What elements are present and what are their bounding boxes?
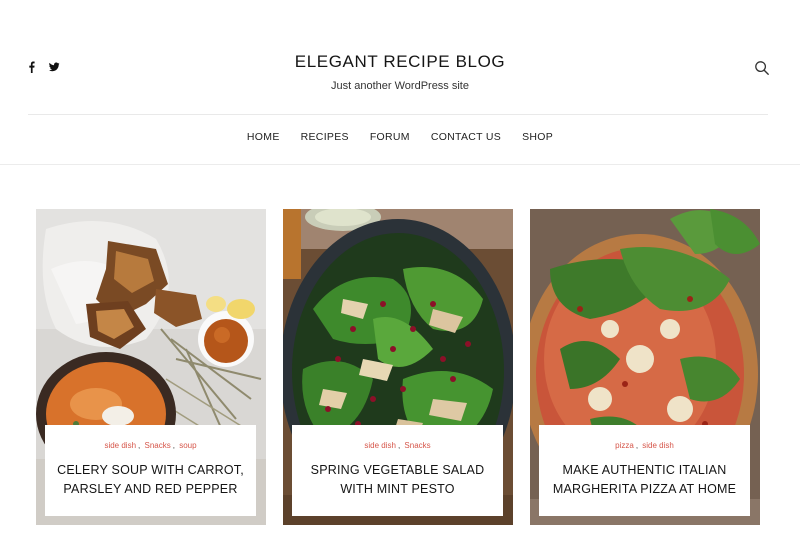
post-info-panel: pizza, side dish MAKE AUTHENTIC ITALIAN … [539,425,750,516]
category-link[interactable]: side dish [104,441,136,450]
post-info-panel: side dish, Snacks SPRING VEGETABLE SALAD… [292,425,503,516]
category-link[interactable]: soup [179,441,196,450]
nav-item-recipes[interactable]: RECIPES [301,130,349,146]
nav-divider [0,164,800,165]
post-card: pizza, side dish MAKE AUTHENTIC ITALIAN … [530,209,760,525]
site-header: ELEGANT RECIPE BLOG Just another WordPre… [0,0,800,115]
nav-item-forum[interactable]: FORUM [370,130,410,146]
category-link[interactable]: Snacks [144,441,170,450]
category-link[interactable]: side dish [364,441,396,450]
post-card: side dish, Snacks SPRING VEGETABLE SALAD… [283,209,513,525]
post-title[interactable]: CELERY SOUP WITH CARROT, PARSLEY AND RED… [53,461,248,499]
post-categories: side dish, Snacks [364,441,431,450]
header-divider [28,114,768,115]
post-categories: pizza, side dish [615,441,674,450]
site-title[interactable]: ELEGANT RECIPE BLOG [0,51,800,73]
category-link[interactable]: Snacks [404,441,430,450]
search-icon[interactable] [754,60,770,76]
nav-item-contact-us[interactable]: CONTACT US [431,130,501,146]
nav-item-shop[interactable]: SHOP [522,130,553,146]
post-title[interactable]: SPRING VEGETABLE SALAD WITH MINT PESTO [300,461,495,499]
main-navigation: HOME RECIPES FORUM CONTACT US SHOP [0,130,800,146]
category-link[interactable]: side dish [642,441,674,450]
post-title[interactable]: MAKE AUTHENTIC ITALIAN MARGHERITA PIZZA … [547,461,742,499]
post-categories: side dish, Snacks, soup [104,441,197,450]
site-tagline: Just another WordPress site [331,80,469,92]
site-branding: ELEGANT RECIPE BLOG Just another WordPre… [0,51,800,93]
post-card: side dish, Snacks, soup CELERY SOUP WITH… [36,209,266,525]
category-link[interactable]: pizza [615,441,634,450]
nav-item-home[interactable]: HOME [247,130,280,146]
post-info-panel: side dish, Snacks, soup CELERY SOUP WITH… [45,425,256,516]
